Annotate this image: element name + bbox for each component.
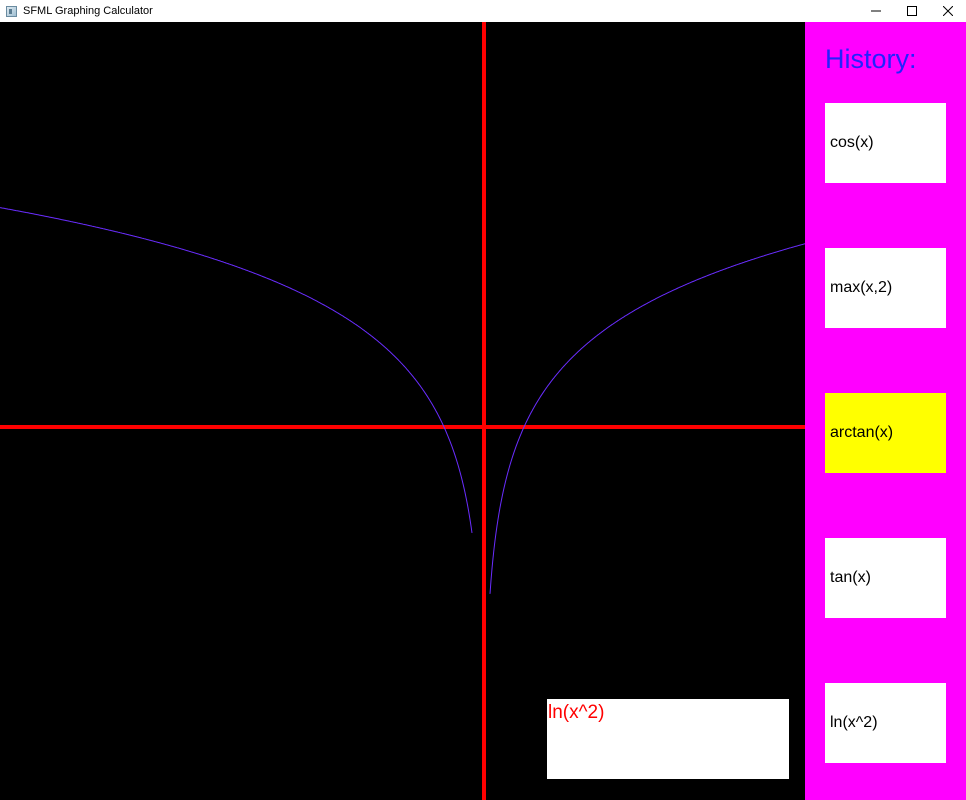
function-input-text: ln(x^2) [548, 702, 605, 723]
app-window: SFML Graphing Calculator ln(x^2) History… [0, 0, 966, 800]
history-item-label: tan(x) [830, 569, 871, 586]
minimize-icon [871, 10, 881, 12]
close-button[interactable] [930, 0, 966, 22]
app-icon [6, 5, 17, 17]
history-item-label: ln(x^2) [830, 714, 878, 731]
window-title: SFML Graphing Calculator [23, 5, 153, 17]
title-bar[interactable]: SFML Graphing Calculator [0, 0, 966, 22]
function-curve-left [0, 207, 473, 533]
function-input[interactable]: ln(x^2) [547, 699, 789, 779]
function-curve-right [489, 243, 805, 594]
history-item-label: max(x,2) [830, 279, 893, 296]
maximize-button[interactable] [894, 0, 930, 22]
history-sidebar: History: cos(x) max(x,2) arctan(x) tan(x… [805, 22, 966, 800]
close-icon [943, 6, 953, 16]
minimize-button[interactable] [858, 0, 894, 22]
history-item-label: cos(x) [830, 134, 874, 151]
maximize-icon [907, 6, 917, 16]
window-controls [858, 0, 966, 22]
history-item-4[interactable]: ln(x^2) [825, 683, 946, 763]
history-item-3[interactable]: tan(x) [825, 538, 946, 618]
history-item-label: arctan(x) [830, 424, 894, 441]
history-item-0[interactable]: cos(x) [825, 103, 946, 183]
history-title: History: [825, 44, 917, 74]
history-item-2[interactable]: arctan(x) [825, 393, 946, 473]
graph-canvas[interactable]: ln(x^2) [0, 22, 805, 800]
graph-plot [0, 22, 805, 800]
history-item-1[interactable]: max(x,2) [825, 248, 946, 328]
